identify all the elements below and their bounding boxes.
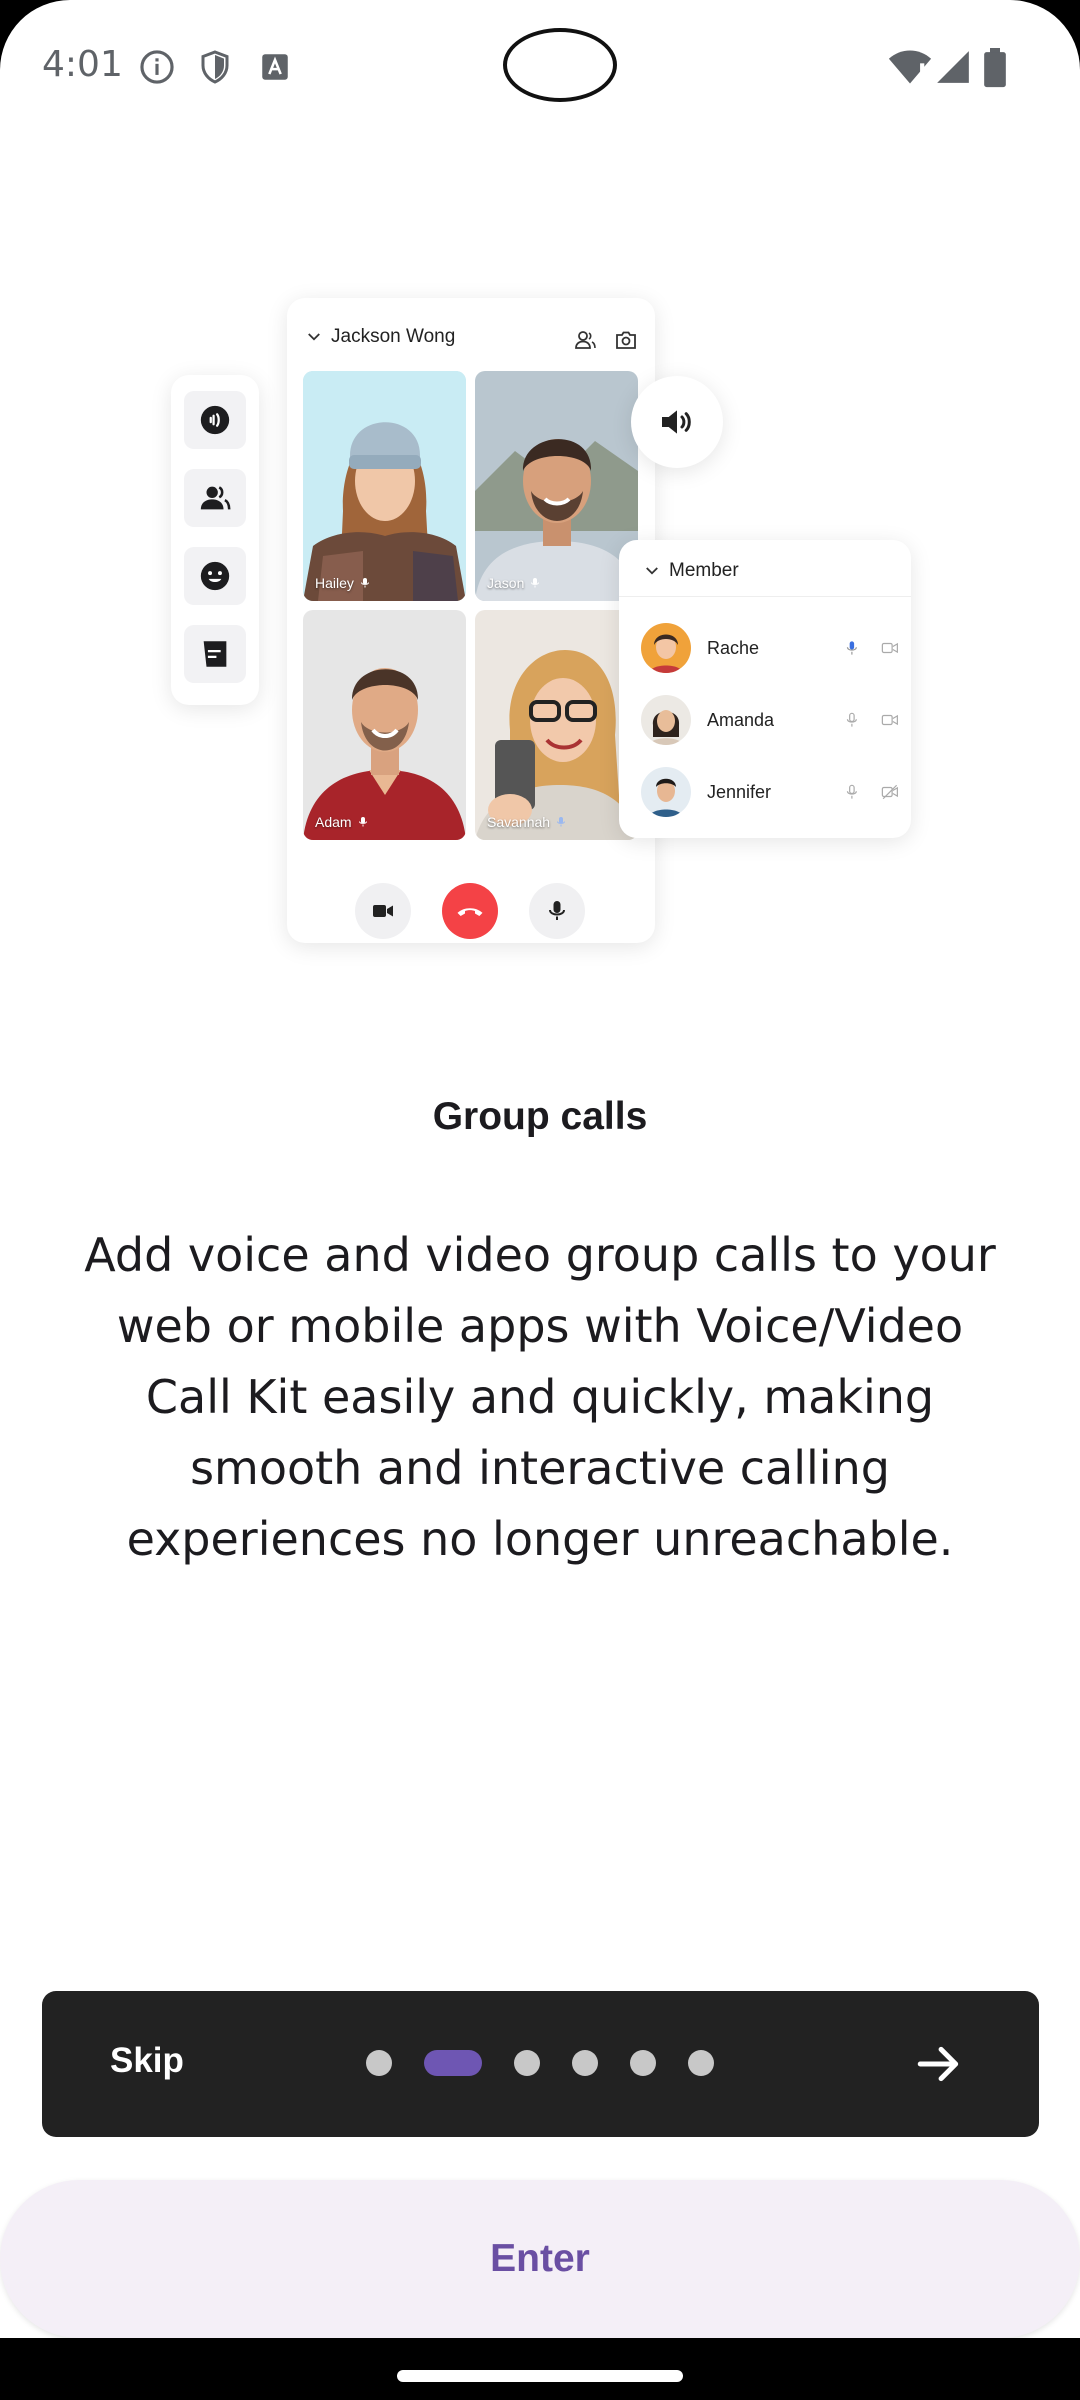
person-icon — [575, 331, 596, 349]
participant-photo — [475, 610, 638, 840]
page-title: Group calls — [432, 1095, 648, 1138]
mic-active-icon — [847, 641, 858, 655]
onboarding-screen: 4:01 Jackson Wong Hailey Jason Adam Sava… — [0, 0, 1080, 2400]
member-panel-title: Member — [643, 560, 739, 582]
mic-icon — [531, 578, 540, 588]
mic-icon — [358, 817, 367, 827]
page-dot[interactable] — [630, 2050, 656, 2076]
speaker-icon — [662, 410, 691, 434]
page-indicator — [366, 2048, 714, 2078]
member-row: Jennifer — [641, 766, 901, 818]
video-camera-icon — [882, 714, 899, 726]
video-tile: Jason — [475, 371, 638, 601]
page-dot[interactable] — [572, 2050, 598, 2076]
participant-name: Savannah — [487, 814, 551, 830]
onboarding-pager-bar: Skip — [42, 1991, 1039, 2137]
status-bar: 4:01 — [0, 0, 1080, 130]
shield-icon — [201, 50, 229, 84]
chevron-down-icon — [646, 567, 658, 575]
page-dot[interactable] — [514, 2050, 540, 2076]
participant-name: Hailey — [315, 575, 354, 591]
next-button[interactable] — [906, 2031, 972, 2097]
microphone-icon — [549, 901, 565, 920]
avatar — [641, 623, 691, 673]
info-icon — [140, 50, 174, 84]
video-off-icon — [882, 784, 899, 800]
signal-icon — [937, 51, 969, 83]
member-title-label: Member — [669, 560, 739, 581]
chevron-down-icon — [308, 333, 320, 341]
a-font-icon — [262, 54, 288, 80]
tile-label: Savannah — [487, 814, 567, 830]
home-indicator[interactable] — [397, 2370, 683, 2382]
camera-switch-icon — [616, 331, 636, 349]
wifi-icon — [888, 50, 932, 84]
member-row: Amanda — [641, 694, 901, 746]
mic-icon — [847, 712, 858, 727]
call-card: Jackson Wong Hailey Jason Adam Savannah — [287, 298, 655, 943]
avatar — [641, 695, 691, 745]
page-dot[interactable] — [688, 2050, 714, 2076]
video-tile: Hailey — [303, 371, 466, 601]
mic-active-icon — [557, 817, 566, 827]
side-toolbar — [171, 375, 259, 705]
arrow-right-icon — [917, 2046, 959, 2082]
member-row: Rache — [641, 622, 901, 674]
group-call-illustration: Jackson Wong Hailey Jason Adam Savannah … — [0, 280, 1080, 970]
status-time: 4:01 — [42, 44, 123, 85]
navigation-bar — [0, 2338, 1080, 2400]
video-toggle-button — [355, 883, 411, 939]
audio-wave-icon — [184, 391, 246, 449]
page-description: Add voice and video group calls to your … — [84, 1228, 996, 1566]
member-name: Amanda — [707, 709, 775, 730]
tile-label: Hailey — [315, 575, 371, 591]
emoji-icon — [184, 547, 246, 605]
participant-photo — [303, 610, 466, 840]
page-dot[interactable] — [366, 2050, 392, 2076]
tile-label: Adam — [315, 814, 369, 830]
mic-toggle-button — [529, 883, 585, 939]
participant-photo — [303, 371, 466, 601]
tile-label: Jason — [487, 575, 541, 591]
enter-button[interactable]: Enter — [0, 2180, 1080, 2338]
skip-button[interactable]: Skip — [110, 2041, 184, 2081]
participants-icon — [184, 469, 246, 527]
hang-up-icon — [457, 908, 483, 916]
mic-icon — [847, 784, 858, 799]
divider — [619, 596, 911, 597]
caller-name: Jackson Wong — [331, 326, 456, 347]
page-dot-active[interactable] — [424, 2050, 482, 2076]
enter-button-label: Enter — [490, 2237, 590, 2280]
participant-name: Jason — [487, 575, 525, 591]
video-tile: Adam — [303, 610, 466, 840]
call-header: Jackson Wong — [305, 326, 455, 348]
speaker-button — [631, 376, 723, 468]
camera-cutout — [503, 28, 617, 102]
mic-icon — [360, 578, 369, 588]
member-name: Rache — [707, 637, 760, 658]
file-icon — [184, 625, 246, 683]
participant-name: Adam — [315, 814, 352, 830]
video-camera-icon — [373, 905, 393, 917]
end-call-button — [442, 883, 498, 939]
video-camera-icon — [882, 642, 899, 654]
member-name: Jennifer — [707, 781, 772, 802]
avatar — [641, 767, 691, 817]
member-panel: Member Rache Amanda Jennifer — [619, 540, 911, 838]
battery-icon — [984, 48, 1006, 88]
participant-photo — [475, 371, 638, 601]
video-tile: Savannah — [475, 610, 638, 840]
